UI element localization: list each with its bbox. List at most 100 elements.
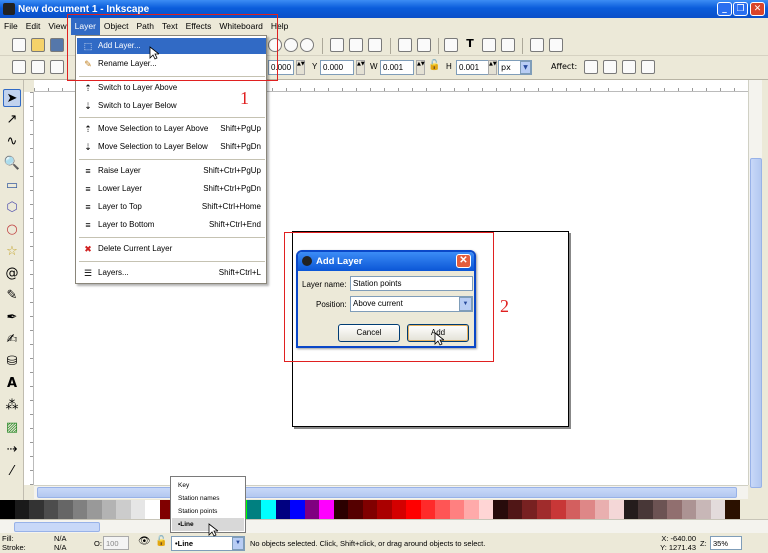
connector-tool-icon[interactable]: ⇢ [3, 441, 21, 459]
dialog-titlebar[interactable]: Add Layer ✕ [298, 252, 474, 271]
vertical-ruler[interactable] [24, 92, 34, 485]
layer-name-input[interactable]: Station points [350, 276, 473, 291]
unlink-clone-icon[interactable] [368, 38, 382, 52]
palette-swatch[interactable] [333, 500, 348, 519]
selector-tool-icon[interactable]: ➤ [3, 89, 21, 107]
palette-swatch[interactable] [609, 500, 624, 519]
palette-swatch[interactable] [29, 500, 44, 519]
select-all-icon[interactable] [12, 60, 26, 74]
pen-tool-icon[interactable]: ✒ [3, 309, 21, 327]
3d-box-tool-icon[interactable]: ⬡ [3, 199, 21, 217]
transform-gradients-icon[interactable] [622, 60, 636, 74]
maximize-button[interactable]: ❐ [733, 2, 748, 16]
menu-item-switch-below[interactable]: ⇣ Switch to Layer Below [77, 98, 266, 114]
scale-corners-icon[interactable] [603, 60, 617, 74]
chevron-down-icon[interactable]: ▼ [459, 297, 472, 311]
text-tool-icon[interactable]: A [3, 375, 21, 393]
position-select[interactable]: Above current [350, 296, 473, 312]
horizontal-scrollbar[interactable] [34, 485, 748, 499]
ellipse-tool-icon[interactable]: ○ [3, 221, 21, 239]
fill-value[interactable]: N/A [54, 534, 67, 543]
y-input[interactable]: 0.000 [320, 60, 354, 75]
palette-swatch[interactable] [493, 500, 508, 519]
node-tool-icon[interactable]: ↗ [3, 111, 21, 129]
dialog-close-icon[interactable]: ✕ [456, 254, 471, 268]
palette-swatch[interactable] [14, 500, 29, 519]
palette-swatch[interactable] [319, 500, 334, 519]
new-document-icon[interactable] [12, 38, 26, 52]
palette-swatch[interactable] [43, 500, 58, 519]
chevron-down-icon[interactable]: ▼ [232, 537, 244, 550]
opacity-input[interactable]: 100 [103, 536, 129, 550]
palette-swatch[interactable] [725, 500, 740, 519]
vertical-scrollbar[interactable] [748, 80, 762, 488]
visibility-eye-icon[interactable]: 👁 [138, 536, 151, 547]
palette-swatch[interactable] [478, 500, 493, 519]
paint-bucket-tool-icon[interactable]: ⛁ [3, 353, 21, 371]
preferences-icon[interactable] [530, 38, 544, 52]
spray-tool-icon[interactable]: ⁂ [3, 397, 21, 415]
chevron-down-icon[interactable]: ▼ [520, 61, 531, 74]
rectangle-tool-icon[interactable]: ▭ [3, 177, 21, 195]
palette-swatch[interactable] [130, 500, 145, 519]
calligraphy-tool-icon[interactable]: ✍ [3, 331, 21, 349]
clone-icon[interactable] [349, 38, 363, 52]
group-icon[interactable] [398, 38, 412, 52]
palette-swatch[interactable] [87, 500, 102, 519]
palette-swatch[interactable] [667, 500, 682, 519]
w-spinner[interactable]: ▲▼ [416, 60, 425, 75]
vertical-scroll-thumb[interactable] [750, 158, 762, 488]
select-all-layers-icon[interactable] [31, 60, 45, 74]
menu-item-layer-to-bottom[interactable]: ≡ Layer to Bottom Shift+Ctrl+End [77, 217, 266, 233]
menu-item-switch-above[interactable]: ⇡ Switch to Layer Above [77, 80, 266, 96]
palette-swatch[interactable] [246, 500, 261, 519]
align-distribute-icon[interactable] [501, 38, 515, 52]
palette-swatch[interactable] [464, 500, 479, 519]
fill-stroke-icon[interactable] [444, 38, 458, 52]
palette-swatch[interactable] [304, 500, 319, 519]
palette-swatch[interactable] [638, 500, 653, 519]
zoom-tool-icon[interactable]: 🔍 [3, 155, 21, 173]
palette-swatch[interactable] [290, 500, 305, 519]
stroke-value[interactable]: N/A [54, 543, 67, 552]
cancel-button[interactable]: Cancel [338, 324, 400, 342]
pencil-tool-icon[interactable]: ✎ [3, 287, 21, 305]
star-tool-icon[interactable]: ☆ [3, 243, 21, 261]
y-spinner[interactable]: ▲▼ [356, 60, 365, 75]
palette-swatch[interactable] [551, 500, 566, 519]
h-spinner[interactable]: ▲▼ [488, 60, 497, 75]
palette-swatch[interactable] [681, 500, 696, 519]
spiral-tool-icon[interactable]: @ [3, 265, 21, 283]
palette-swatch[interactable] [594, 500, 609, 519]
ungroup-icon[interactable] [417, 38, 431, 52]
tweak-tool-icon[interactable]: ∿ [3, 133, 21, 151]
menu-item-layers-dialog[interactable]: ☰ Layers... Shift+Ctrl+L [77, 265, 266, 281]
x-spinner[interactable]: ▲▼ [296, 60, 305, 75]
palette-swatch[interactable] [580, 500, 595, 519]
layer-option-key[interactable]: Key [172, 479, 244, 492]
palette-swatch[interactable] [507, 500, 522, 519]
layer-option-station-names[interactable]: Station names [172, 492, 244, 505]
dropper-tool-icon[interactable]: ⁄ [3, 463, 21, 481]
menu-item-lower-layer[interactable]: ≡ Lower Layer Shift+Ctrl+PgDn [77, 181, 266, 197]
zoom-input[interactable]: 35% [710, 536, 742, 550]
palette-swatch[interactable] [275, 500, 290, 519]
palette-swatch[interactable] [449, 500, 464, 519]
palette-scroll-thumb[interactable] [14, 522, 100, 532]
palette-swatch[interactable] [623, 500, 638, 519]
menu-edit[interactable]: Edit [22, 18, 45, 35]
palette-swatch[interactable] [435, 500, 450, 519]
lock-ratio-icon[interactable]: 🔓 [428, 60, 440, 71]
palette-swatch[interactable] [0, 500, 15, 519]
palette-swatch[interactable] [377, 500, 392, 519]
palette-swatch[interactable] [261, 500, 276, 519]
minimize-button[interactable]: _ [717, 2, 732, 16]
palette-swatch[interactable] [101, 500, 116, 519]
lock-icon[interactable]: 🔓 [155, 536, 167, 547]
h-input[interactable]: 0.001 [456, 60, 490, 75]
menu-item-layer-to-top[interactable]: ≡ Layer to Top Shift+Ctrl+Home [77, 199, 266, 215]
open-folder-icon[interactable] [31, 38, 45, 52]
menu-item-move-selection-above[interactable]: ⇡ Move Selection to Layer Above Shift+Pg… [77, 121, 266, 137]
palette-swatch[interactable] [72, 500, 87, 519]
layer-option-station-points[interactable]: Station points [172, 505, 244, 518]
